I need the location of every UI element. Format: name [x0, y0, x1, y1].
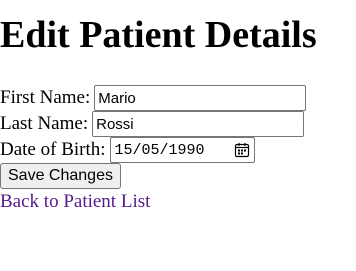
first-name-value: Mario	[98, 89, 136, 107]
date-of-birth-row: Date of Birth: 15/05/1990	[0, 137, 255, 163]
calendar-icon[interactable]	[234, 142, 250, 158]
date-of-birth-field[interactable]: 15/05/1990	[109, 137, 255, 163]
last-name-value: Rossi	[96, 115, 134, 133]
date-of-birth-value: 15/05/1990	[114, 141, 205, 159]
back-to-patient-list-link[interactable]: Back to Patient List	[0, 191, 150, 213]
last-name-row: Last Name: Rossi	[0, 111, 305, 137]
date-of-birth-label: Date of Birth:	[0, 139, 106, 160]
save-changes-button[interactable]: Save Changes	[0, 163, 121, 189]
last-name-field[interactable]: Rossi	[92, 111, 305, 137]
first-name-row: First Name: Mario	[0, 85, 307, 111]
first-name-label: First Name:	[0, 87, 91, 108]
page-title: Edit Patient Details	[0, 14, 317, 56]
first-name-field[interactable]: Mario	[94, 85, 307, 111]
last-name-label: Last Name:	[0, 113, 89, 134]
